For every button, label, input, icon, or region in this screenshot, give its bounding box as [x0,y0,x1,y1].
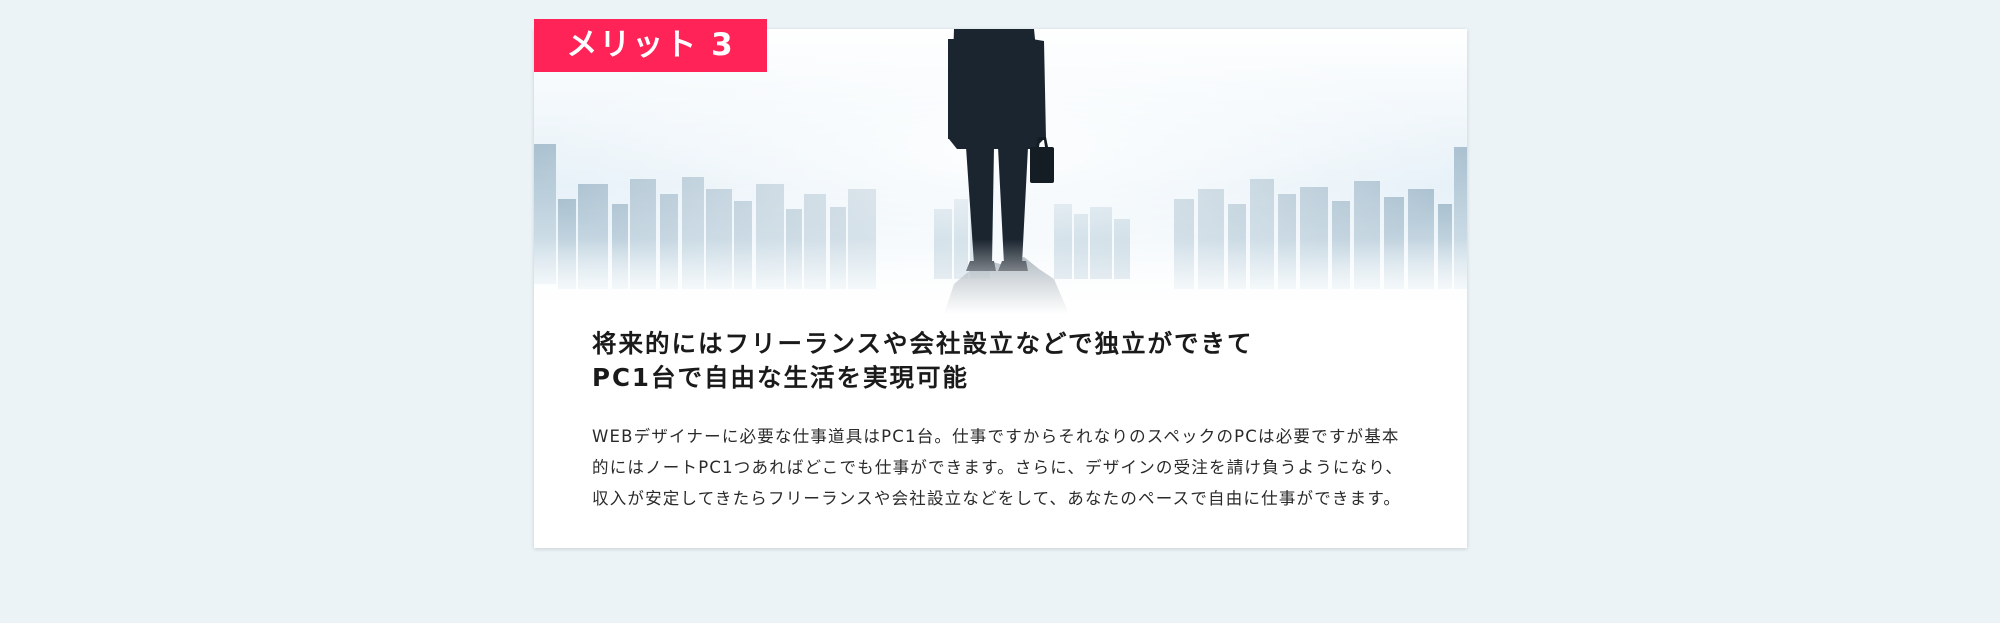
merit-title-line1: 将来的にはフリーランスや会社設立などで独立ができて [592,329,1254,358]
merit-content: 将来的にはフリーランスや会社設立などで独立ができて PC1台で自由な生活を実現可… [592,327,1412,514]
merit-badge-label: メリット 3 [566,27,735,63]
merit-card: 将来的にはフリーランスや会社設立などで独立ができて PC1台で自由な生活を実現可… [534,29,1467,548]
merit-title: 将来的にはフリーランスや会社設立などで独立ができて PC1台で自由な生活を実現可… [592,327,1412,395]
merit-badge: メリット 3 [534,19,767,72]
merit-description: WEBデザイナーに必要な仕事道具はPC1台。仕事ですからそれなりのスペックのPC… [592,427,1404,508]
merit-title-line2: PC1台で自由な生活を実現可能 [592,363,969,392]
